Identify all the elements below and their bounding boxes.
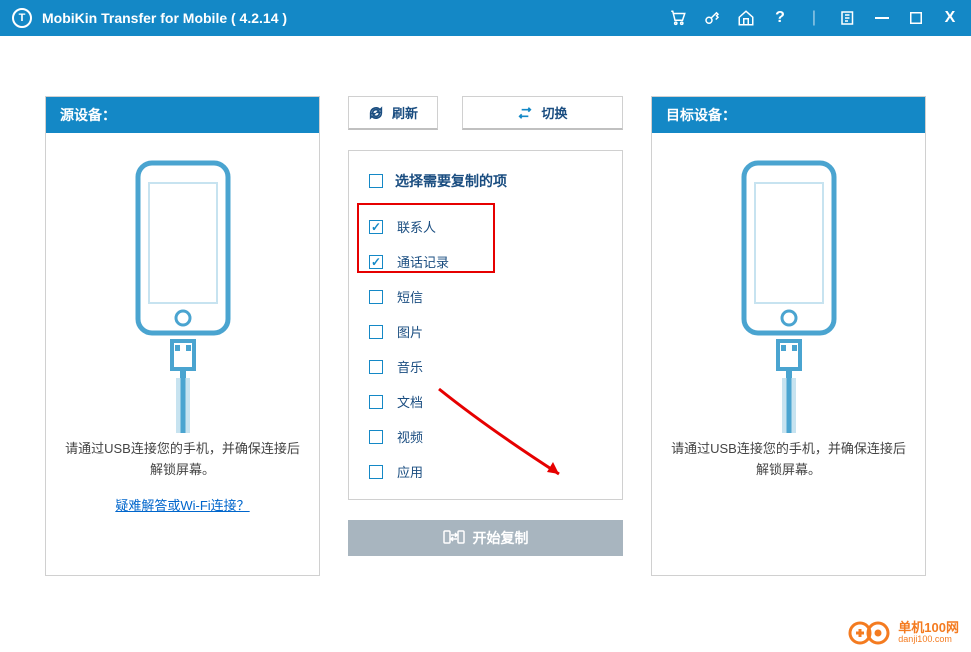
watermark-text-2: danji100.com xyxy=(898,635,959,645)
transfer-icon xyxy=(443,529,465,548)
start-copy-label: 开始复制 xyxy=(473,528,529,548)
refresh-button[interactable]: 刷新 xyxy=(348,96,438,130)
home-icon[interactable] xyxy=(737,9,755,27)
item-row[interactable]: 联系人 xyxy=(369,209,622,244)
help-icon[interactable]: ? xyxy=(771,9,789,27)
item-row[interactable]: 音乐 xyxy=(369,349,622,384)
cart-icon[interactable] xyxy=(669,9,687,27)
item-label: 应用 xyxy=(397,462,423,481)
item-label: 联系人 xyxy=(397,217,436,236)
item-label: 音乐 xyxy=(397,357,423,376)
select-all-row[interactable]: 选择需要复制的项 xyxy=(369,171,622,191)
refresh-icon xyxy=(368,105,384,121)
refresh-label: 刷新 xyxy=(392,103,418,122)
switch-label: 切换 xyxy=(541,103,567,122)
item-label: 通话记录 xyxy=(397,252,449,271)
item-checkbox[interactable] xyxy=(369,220,383,234)
title-actions: ? | X xyxy=(669,9,959,27)
item-checkbox[interactable] xyxy=(369,360,383,374)
item-label: 图片 xyxy=(397,322,423,341)
feedback-icon[interactable] xyxy=(839,9,857,27)
separator-icon: | xyxy=(805,9,823,27)
title-bar: T MobiKin Transfer for Mobile ( 4.2.14 )… xyxy=(0,0,971,36)
item-checkbox[interactable] xyxy=(369,430,383,444)
app-logo-icon: T xyxy=(12,8,32,28)
item-row[interactable]: 短信 xyxy=(369,279,622,314)
source-panel-header: 源设备： xyxy=(46,97,319,133)
items-panel: 选择需要复制的项 联系人通话记录短信图片音乐文档视频应用 xyxy=(348,150,623,500)
phone-illustration-icon xyxy=(103,153,263,433)
watermark-text-1: 单机100网 xyxy=(898,621,959,635)
main-area: 源设备： 请通过USB连接您的手机，并确保连接后解锁屏幕。 疑难解答或Wi-Fi… xyxy=(0,36,971,616)
item-label: 文档 xyxy=(397,392,423,411)
target-panel-header: 目标设备： xyxy=(652,97,925,133)
source-instruction-text: 请通过USB连接您的手机，并确保连接后解锁屏幕。 xyxy=(64,439,301,481)
item-checkbox[interactable] xyxy=(369,255,383,269)
target-device-panel: 目标设备： 请通过USB连接您的手机，并确保连接后解锁屏幕。 xyxy=(651,96,926,576)
minimize-button[interactable] xyxy=(873,9,891,27)
item-row[interactable]: 图片 xyxy=(369,314,622,349)
switch-icon xyxy=(517,105,533,121)
center-column: 刷新 切换 选择需要复制的项 联系人通话记录短信图片音乐文档视频应用 xyxy=(348,96,623,556)
item-checkbox[interactable] xyxy=(369,325,383,339)
item-row[interactable]: 应用 xyxy=(369,454,622,489)
item-checkbox[interactable] xyxy=(369,395,383,409)
phone-illustration-icon xyxy=(709,153,869,433)
select-all-label: 选择需要复制的项 xyxy=(395,171,507,191)
source-device-panel: 源设备： 请通过USB连接您的手机，并确保连接后解锁屏幕。 疑难解答或Wi-Fi… xyxy=(45,96,320,576)
key-icon[interactable] xyxy=(703,9,721,27)
item-label: 视频 xyxy=(397,427,423,446)
app-title: MobiKin Transfer for Mobile ( 4.2.14 ) xyxy=(42,10,669,26)
target-instruction-text: 请通过USB连接您的手机，并确保连接后解锁屏幕。 xyxy=(670,439,907,481)
item-row[interactable]: 视频 xyxy=(369,419,622,454)
item-checkbox[interactable] xyxy=(369,465,383,479)
watermark-logo-icon xyxy=(848,618,892,648)
item-row[interactable]: 文档 xyxy=(369,384,622,419)
item-checkbox[interactable] xyxy=(369,290,383,304)
close-button[interactable]: X xyxy=(941,9,959,27)
select-all-checkbox[interactable] xyxy=(369,174,383,188)
item-row[interactable]: 通话记录 xyxy=(369,244,622,279)
item-label: 短信 xyxy=(397,287,423,306)
switch-button[interactable]: 切换 xyxy=(462,96,623,130)
help-link[interactable]: 疑难解答或Wi-Fi连接？ xyxy=(115,495,249,514)
start-copy-button[interactable]: 开始复制 xyxy=(348,520,623,556)
maximize-button[interactable] xyxy=(907,9,925,27)
watermark: 单机100网 danji100.com xyxy=(848,618,959,648)
